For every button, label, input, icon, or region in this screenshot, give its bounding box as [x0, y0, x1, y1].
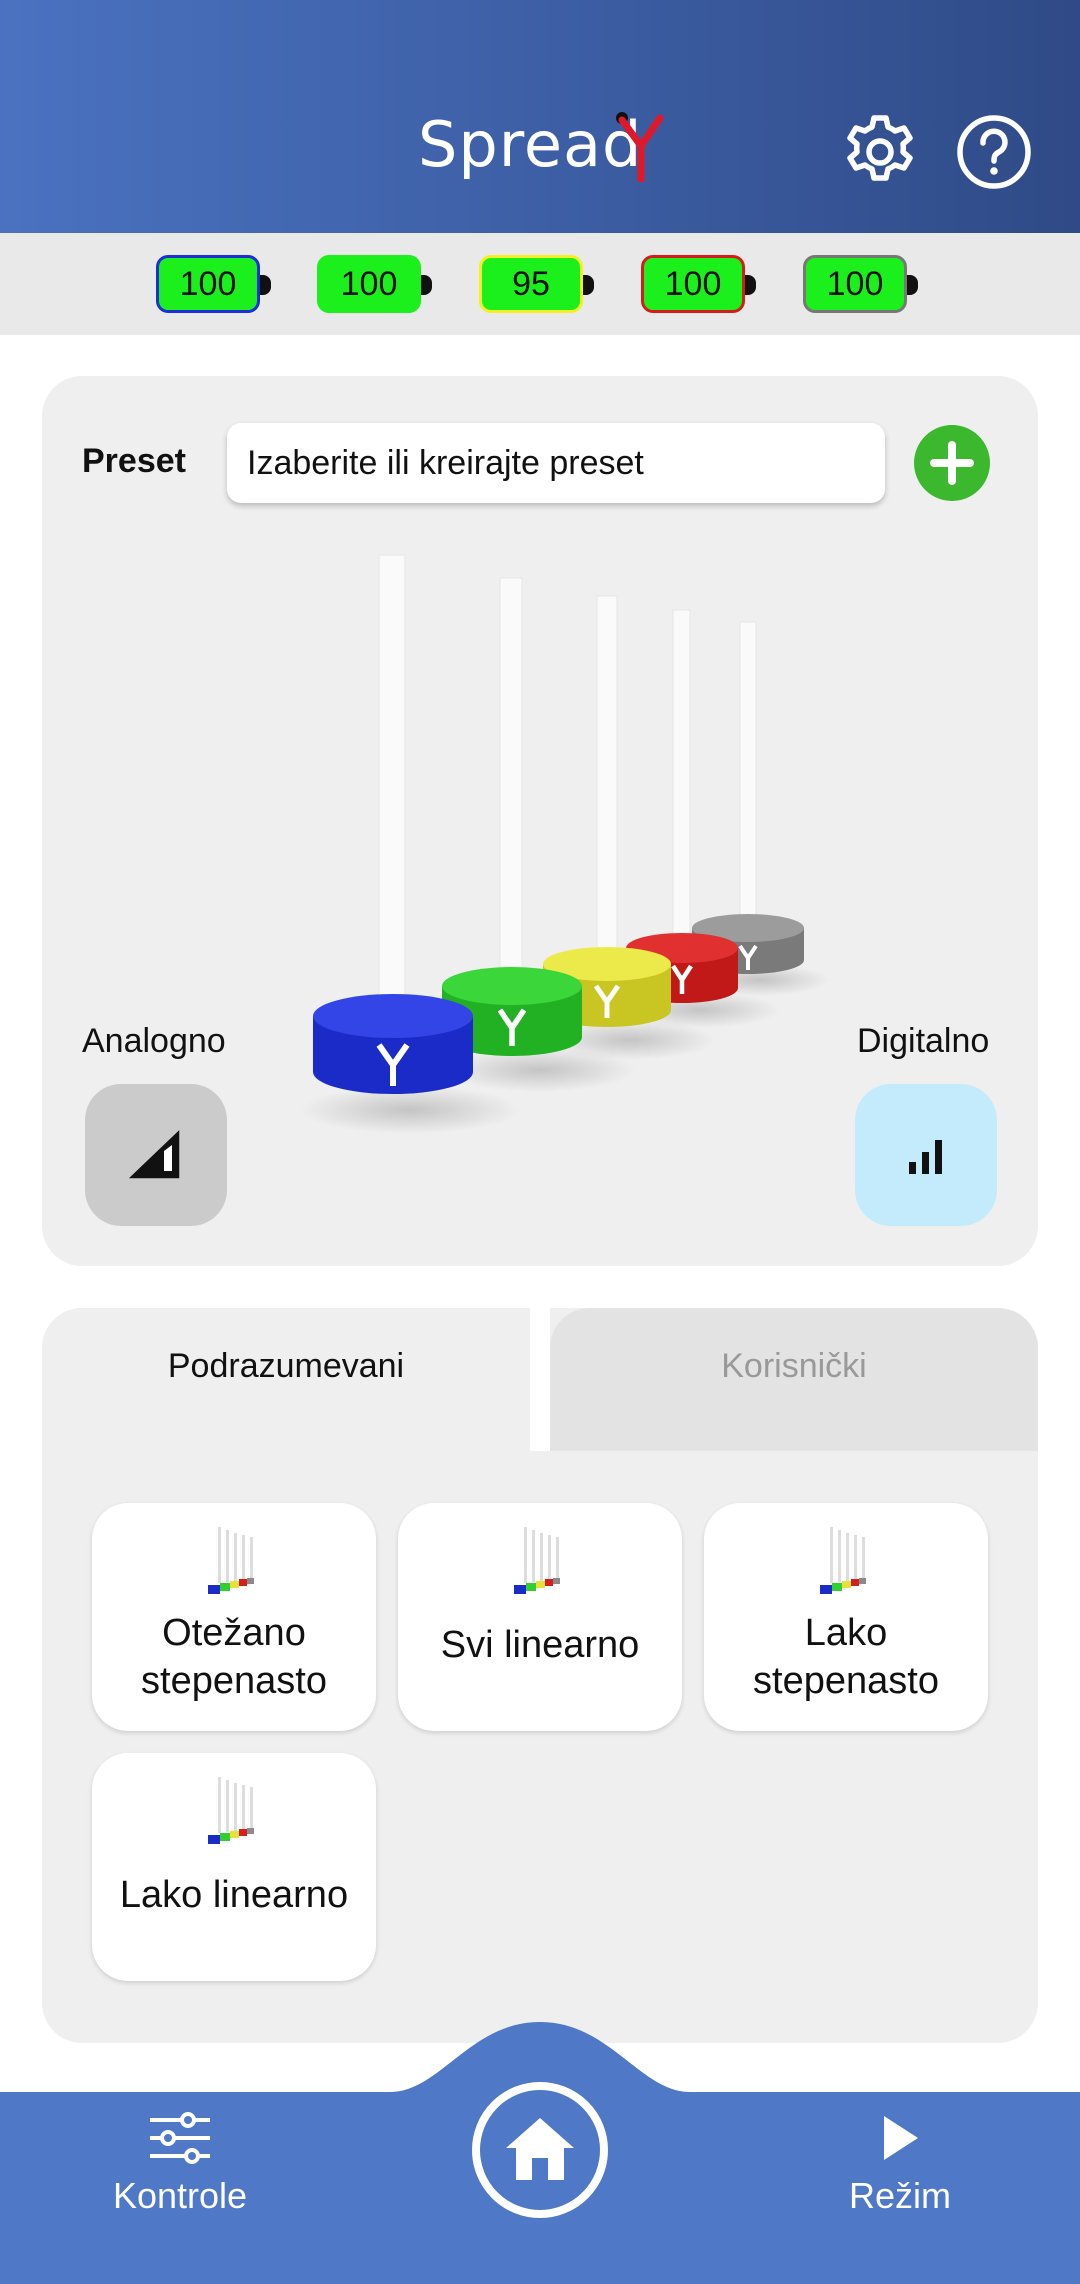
analog-label: Analogno: [82, 1022, 226, 1060]
preset-select-placeholder: Izaberite ili kreirajte preset: [247, 443, 644, 482]
preset-thumbnail-icon: [208, 1527, 254, 1594]
preset-tile-label: Svi linearno: [440, 1624, 640, 1666]
battery-indicator-2: 100: [317, 255, 432, 313]
plus-circle-icon[interactable]: [914, 425, 990, 501]
nav-controls[interactable]: Kontrole: [80, 2112, 280, 2217]
analog-mode-button[interactable]: [85, 1084, 227, 1226]
preset-thumbnail-icon: [208, 1777, 254, 1844]
nav-mode-label: Režim: [848, 2175, 951, 2216]
preset-tile-oteano-stepenasto[interactable]: Otežano stepenasto: [92, 1503, 376, 1731]
app-title: Spread: [418, 108, 643, 181]
preset-label: Preset: [82, 442, 186, 480]
sliders-icon: [150, 2112, 210, 2164]
battery-status-bar: 100 100 95 100 100: [0, 233, 1080, 335]
digital-label: Digitalno: [857, 1022, 990, 1060]
home-icon[interactable]: [470, 2080, 610, 2220]
logo-y-icon: [616, 112, 664, 182]
nav-controls-label: Kontrole: [112, 2175, 248, 2216]
question-circle-icon[interactable]: [954, 112, 1034, 192]
preset-tile-label: Lako stepenasto: [753, 1612, 939, 1702]
pillars-3d-illustration: [300, 554, 830, 1134]
tab-default-label: Podrazumevani: [167, 1347, 405, 1385]
digital-mode-button[interactable]: [855, 1084, 997, 1226]
preset-thumbnail-icon: [514, 1527, 560, 1594]
battery-indicator-4: 100: [641, 255, 756, 313]
signal-bars-icon: [909, 1140, 942, 1174]
tab-separator: [530, 1308, 550, 1451]
analog-ramp-icon: [128, 1130, 180, 1179]
tab-default[interactable]: Podrazumevani: [42, 1308, 530, 1451]
battery-indicator-5: 100: [803, 255, 918, 313]
preset-tile-label: Otežano stepenasto: [141, 1612, 327, 1702]
battery-indicator-3: 95: [479, 255, 594, 313]
preset-tile-svi-linearno[interactable]: Svi linearno: [398, 1503, 682, 1731]
tab-custom[interactable]: Korisnički: [550, 1308, 1038, 1451]
battery-indicator-1: 100: [156, 255, 271, 313]
tab-custom-label: Korisnički: [721, 1347, 867, 1385]
app-header: Spread: [0, 0, 1080, 233]
play-icon: [884, 2116, 918, 2160]
gear-icon[interactable]: [840, 112, 920, 192]
nav-mode[interactable]: Režim: [800, 2112, 1000, 2217]
preset-tile-lako-linearno[interactable]: Lako linearno: [92, 1753, 376, 1981]
preset-thumbnail-icon: [820, 1527, 866, 1594]
preset-tile-lako-stepenasto[interactable]: Lako stepenasto: [704, 1503, 988, 1731]
preset-tile-label: Lako linearno: [119, 1874, 349, 1916]
preset-select[interactable]: Izaberite ili kreirajte preset: [227, 423, 885, 503]
